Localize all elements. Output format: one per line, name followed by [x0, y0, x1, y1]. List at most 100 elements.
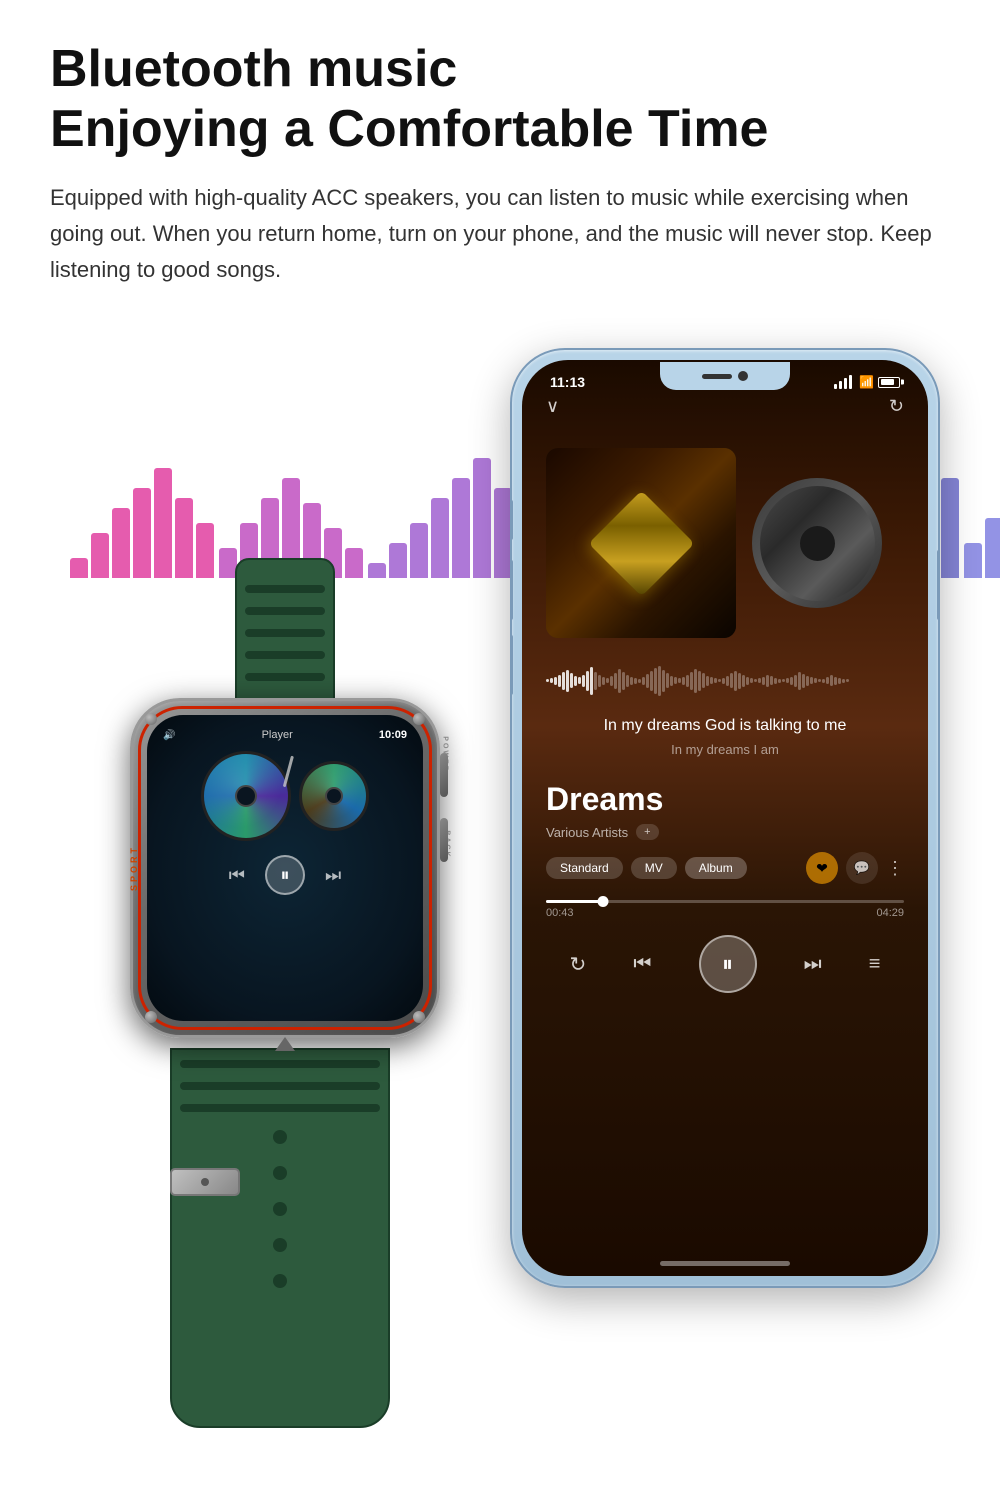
content-area: 🔊 Player 10:09 — [50, 328, 950, 1378]
waveform-bar — [722, 678, 725, 684]
waveform-bar — [810, 677, 813, 684]
phone-power-btn[interactable] — [937, 550, 940, 620]
waveform-bar — [758, 678, 761, 683]
watch-player-label: Player — [262, 729, 293, 741]
song-actions: Standard MV Album ❤ 💬 ⋮ — [546, 852, 904, 884]
status-icons: 📶 — [834, 375, 900, 389]
status-time: 11:13 — [550, 374, 585, 390]
more-btn[interactable]: ⋮ — [886, 858, 904, 879]
signal-bars — [834, 375, 852, 389]
waveform-bar — [646, 674, 649, 688]
prev-btn[interactable]: ⏮ — [633, 953, 651, 976]
waveform-bar — [714, 678, 717, 683]
home-indicator — [660, 1261, 790, 1266]
waveform-bar — [598, 675, 601, 687]
follow-btn[interactable]: + — [636, 824, 658, 840]
waveform-bar — [618, 669, 621, 693]
waveform-bar — [546, 679, 549, 682]
watch-next-icon[interactable]: ⏭ — [325, 865, 341, 886]
power-button[interactable] — [440, 753, 448, 797]
album-art-main — [546, 448, 736, 638]
eq-bar — [964, 543, 982, 578]
repeat-btn[interactable]: ↻ — [570, 952, 587, 977]
waveform-bar — [702, 673, 705, 688]
waveform-bar — [806, 676, 809, 686]
waveform-bar — [802, 674, 805, 688]
waveform-bar — [730, 673, 733, 688]
waveform-bar — [622, 672, 625, 690]
waveform-bar — [838, 678, 841, 684]
phone-vol-down-btn[interactable] — [510, 635, 513, 695]
waveform — [546, 663, 904, 698]
waveform-bar — [610, 676, 613, 686]
waveform-bar — [774, 678, 777, 684]
tab-standard[interactable]: Standard — [546, 857, 623, 879]
like-btn[interactable]: ❤ — [806, 852, 838, 884]
waveform-bar — [626, 675, 629, 687]
sport-label: SPORT — [129, 845, 139, 891]
refresh-btn[interactable]: ↻ — [889, 396, 904, 417]
song-title: Dreams — [546, 781, 904, 818]
progress-bar[interactable] — [546, 900, 904, 903]
next-btn[interactable]: ⏭ — [804, 953, 822, 976]
waveform-bar — [570, 673, 573, 688]
waveform-bar — [706, 676, 709, 686]
waveform-bar — [602, 677, 605, 685]
phone-silent-btn[interactable] — [510, 500, 513, 540]
smartwatch: 🔊 Player 10:09 — [80, 528, 510, 1278]
lyrics-container: In my dreams God is talking to me In my … — [522, 706, 928, 765]
playback-controls: ↻ ⏮ ⏸ ⏭ ≡ — [522, 927, 928, 1005]
time-current: 00:43 — [546, 907, 574, 919]
song-artist-row: Various Artists + — [546, 824, 904, 840]
waveform-bar — [794, 675, 797, 687]
waveform-bar — [846, 679, 849, 682]
waveform-bar — [590, 667, 593, 695]
player-top-row: ∨ ↻ — [522, 390, 928, 423]
waveform-bar — [726, 676, 729, 686]
waveform-bar — [694, 669, 697, 693]
eq-bar — [985, 518, 1000, 578]
album-art-secondary — [752, 478, 882, 608]
title-line2: Enjoying a Comfortable Time — [50, 100, 768, 158]
waveform-bar — [662, 670, 665, 692]
front-sensor — [702, 374, 732, 379]
playlist-btn[interactable]: ≡ — [869, 953, 881, 976]
waveform-bar — [826, 677, 829, 684]
waveform-bar — [818, 679, 821, 682]
waveform-bar — [638, 679, 641, 683]
waveform-bar — [582, 675, 585, 687]
title-line1: Bluetooth music — [50, 40, 457, 98]
waveform-bar — [650, 671, 653, 691]
watch-prev-icon[interactable]: ⏮ — [229, 865, 245, 886]
tab-album[interactable]: Album — [685, 857, 747, 879]
phone-vol-up-btn[interactable] — [510, 560, 513, 620]
wifi-icon: 📶 — [859, 375, 874, 389]
phone-screen: 11:13 📶 — [522, 360, 928, 1276]
comment-btn[interactable]: 💬 — [846, 852, 878, 884]
phone-body: 11:13 📶 — [510, 348, 940, 1288]
waveform-bar — [822, 679, 825, 683]
collapse-btn[interactable]: ∨ — [546, 396, 559, 417]
watch-time: 10:09 — [379, 729, 407, 741]
time-total: 04:29 — [876, 907, 904, 919]
waveform-bar — [690, 672, 693, 690]
back-button[interactable] — [440, 818, 448, 862]
phone-notch — [660, 362, 790, 390]
watch-pause-btn[interactable]: ⏸ — [265, 855, 305, 895]
page-wrapper: Bluetooth music Enjoying a Comfortable T… — [0, 0, 1000, 1491]
waveform-bar — [698, 671, 701, 691]
waveform-bar — [634, 678, 637, 684]
waveform-bar — [674, 677, 677, 684]
pause-btn[interactable]: ⏸ — [699, 935, 757, 993]
tab-mv[interactable]: MV — [631, 857, 677, 879]
waveform-bar — [554, 677, 557, 685]
waveform-bar — [686, 675, 689, 687]
front-camera — [738, 371, 748, 381]
waveform-bar — [594, 672, 597, 690]
waveform-bar — [710, 677, 713, 684]
watch-triangle-btn[interactable] — [275, 1037, 295, 1051]
waveform-bar — [842, 679, 845, 683]
waveform-bar — [742, 675, 745, 687]
lyrics-secondary: In my dreams I am — [546, 742, 904, 757]
waveform-bar — [630, 677, 633, 685]
